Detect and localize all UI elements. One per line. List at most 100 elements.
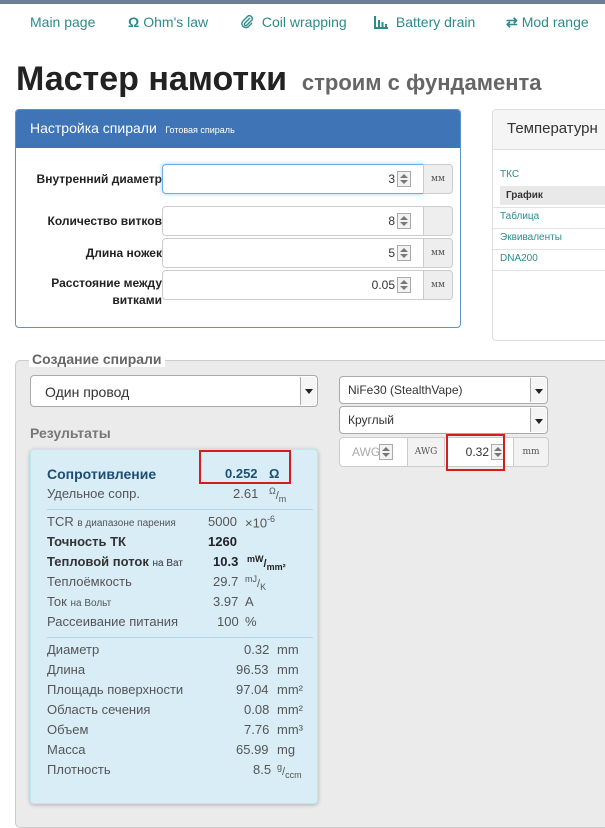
bar-chart-icon	[374, 14, 392, 30]
wire-gauge-group: AWG AWG 0.32 mm	[339, 437, 549, 467]
chevron-down-icon	[530, 408, 546, 432]
paperclip-icon	[240, 14, 258, 30]
temp-tab-table[interactable]: Таблица	[500, 207, 605, 226]
dissipation-label: Рассеивание питания	[47, 614, 179, 629]
spinner-icon[interactable]	[397, 213, 411, 229]
chevron-down-icon	[300, 377, 316, 405]
diameter-unit: mm	[277, 642, 299, 657]
cross-section-unit: mm²	[277, 702, 303, 717]
field-label: Длина ножек	[85, 246, 162, 260]
tc-accuracy-value: 1260	[208, 534, 237, 549]
divider	[493, 270, 605, 271]
mass-unit: mg	[277, 742, 296, 757]
profile-select[interactable]: Круглый	[339, 406, 548, 434]
input-value: 3	[388, 172, 395, 186]
temperature-panel: Температурн ТКС График Таблица Эквивален…	[492, 109, 605, 341]
result-specific-resistance: Удельное сопр. 2.61 Ω/m	[47, 484, 312, 504]
field-label: Количество витков	[47, 214, 162, 228]
spinner-icon[interactable]	[397, 171, 411, 187]
current-value: 3.97	[213, 594, 239, 609]
dissipation-value: 100	[217, 614, 239, 629]
awg-unit-addon: AWG	[407, 437, 445, 467]
select-value: NiFe30 (StealthVape)	[348, 383, 463, 397]
select-value: Один провод	[45, 384, 130, 400]
heat-flux-value: 10.3	[213, 554, 239, 569]
turn-count-input[interactable]: 8	[162, 206, 424, 236]
result-density: Плотность 8.5 g/ccm	[47, 760, 312, 780]
temperature-panel-title: Температурн	[493, 110, 605, 150]
diameter-value: 0.32	[244, 642, 270, 657]
temp-tab-equivalents[interactable]: Эквиваленты	[500, 228, 605, 247]
specific-label: Удельное сопр.	[47, 486, 140, 501]
heat-capacity-unit: mJ/K	[245, 574, 267, 592]
tcr-label: TCR в диапазоне парения	[47, 514, 176, 529]
temp-tab-graph[interactable]: График	[500, 186, 605, 205]
result-tc-accuracy: Точность ТК 1260	[47, 532, 312, 552]
mass-label: Масса	[47, 742, 86, 757]
cross-section-label: Область сечения	[47, 702, 151, 717]
material-select[interactable]: NiFe30 (StealthVape)	[339, 376, 548, 404]
cross-section-value: 0.08	[244, 702, 270, 717]
leg-length-input[interactable]: 5	[162, 238, 424, 268]
surface-area-unit: mm²	[277, 682, 303, 697]
divider	[47, 509, 313, 510]
dissipation-unit: %	[245, 614, 257, 629]
divider	[47, 637, 313, 638]
length-unit: mm	[277, 662, 299, 677]
spinner-icon[interactable]	[379, 444, 393, 460]
coil-setup-subtitle: Готовая спираль	[165, 125, 235, 135]
result-mass: Масса 65.99 mg	[47, 740, 312, 760]
result-tcr: TCR в диапазоне парения 5000 ×10-6	[47, 512, 312, 532]
heat-capacity-label: Теплоёмкость	[47, 574, 132, 589]
field-label: Расстояние между витками	[51, 276, 162, 307]
field-label: Внутренний диаметр	[36, 172, 162, 186]
surface-area-label: Площадь поверхности	[47, 682, 184, 697]
nav-label: Coil wrapping	[261, 14, 347, 30]
nav-coil-wrapping[interactable]: Coil wrapping	[240, 14, 347, 30]
input-value: 5	[388, 246, 395, 260]
page-title-sub: строим с фундамента	[301, 70, 542, 95]
coil-setup-header: Настройка спирали Готовая спираль	[16, 110, 460, 148]
inner-diameter-input[interactable]: 3	[162, 164, 424, 194]
awg-input[interactable]: AWG	[339, 437, 408, 467]
result-current: Ток на Вольт 3.97 A	[47, 592, 312, 612]
density-value: 8.5	[253, 762, 272, 777]
wire-type-select[interactable]: Один провод	[30, 375, 318, 407]
nav-mod-range[interactable]: ⇄ Mod range	[506, 14, 589, 31]
result-diameter: Диаметр 0.32 mm	[47, 640, 312, 660]
input-value: 8	[388, 214, 395, 228]
spinner-icon[interactable]	[397, 245, 411, 261]
result-volume: Объем 7.76 mm³	[47, 720, 312, 740]
results-box: Сопротивление 0.252 Ω Удельное сопр. 2.6…	[30, 449, 318, 804]
nav-main-page[interactable]: Main page	[30, 14, 95, 30]
nav-battery-drain[interactable]: Battery drain	[374, 14, 475, 30]
volume-unit: mm³	[277, 722, 303, 737]
temp-tab-dna200[interactable]: DNA200	[500, 249, 605, 268]
omega-icon: Ω	[128, 14, 140, 30]
page-title: Мастер намотки строим с фундамента	[16, 60, 542, 99]
chevron-down-icon	[530, 378, 546, 402]
highlight-box	[446, 434, 505, 471]
current-unit: A	[245, 594, 254, 609]
nav-label: Main page	[30, 14, 96, 30]
coil-setup-title: Настройка спирали	[30, 120, 157, 136]
results-heading: Результаты	[30, 425, 111, 441]
select-value: Круглый	[348, 413, 394, 427]
result-surface-area: Площадь поверхности 97.04 mm²	[47, 680, 312, 700]
turn-spacing-input[interactable]: 0.05	[162, 270, 424, 300]
result-heat-flux: Тепловой поток на Ват 10.3 mW/mm²	[47, 552, 312, 572]
resistance-label: Сопротивление	[47, 466, 157, 482]
current-label: Ток на Вольт	[47, 594, 112, 609]
spinner-icon[interactable]	[397, 277, 411, 293]
nav-ohms-law[interactable]: Ω Ohm's law	[128, 14, 208, 30]
nav-label: Ohm's law	[143, 14, 209, 30]
unit-addon: мм	[423, 164, 453, 194]
nav-label: Mod range	[521, 14, 589, 30]
unit-addon	[423, 206, 453, 236]
temp-tab-tcr[interactable]: ТКС	[500, 165, 605, 184]
swap-icon: ⇄	[506, 14, 518, 30]
nav-label: Battery drain	[395, 14, 476, 30]
unit-addon: мм	[423, 238, 453, 268]
mass-value: 65.99	[236, 742, 269, 757]
length-label: Длина	[47, 662, 86, 677]
